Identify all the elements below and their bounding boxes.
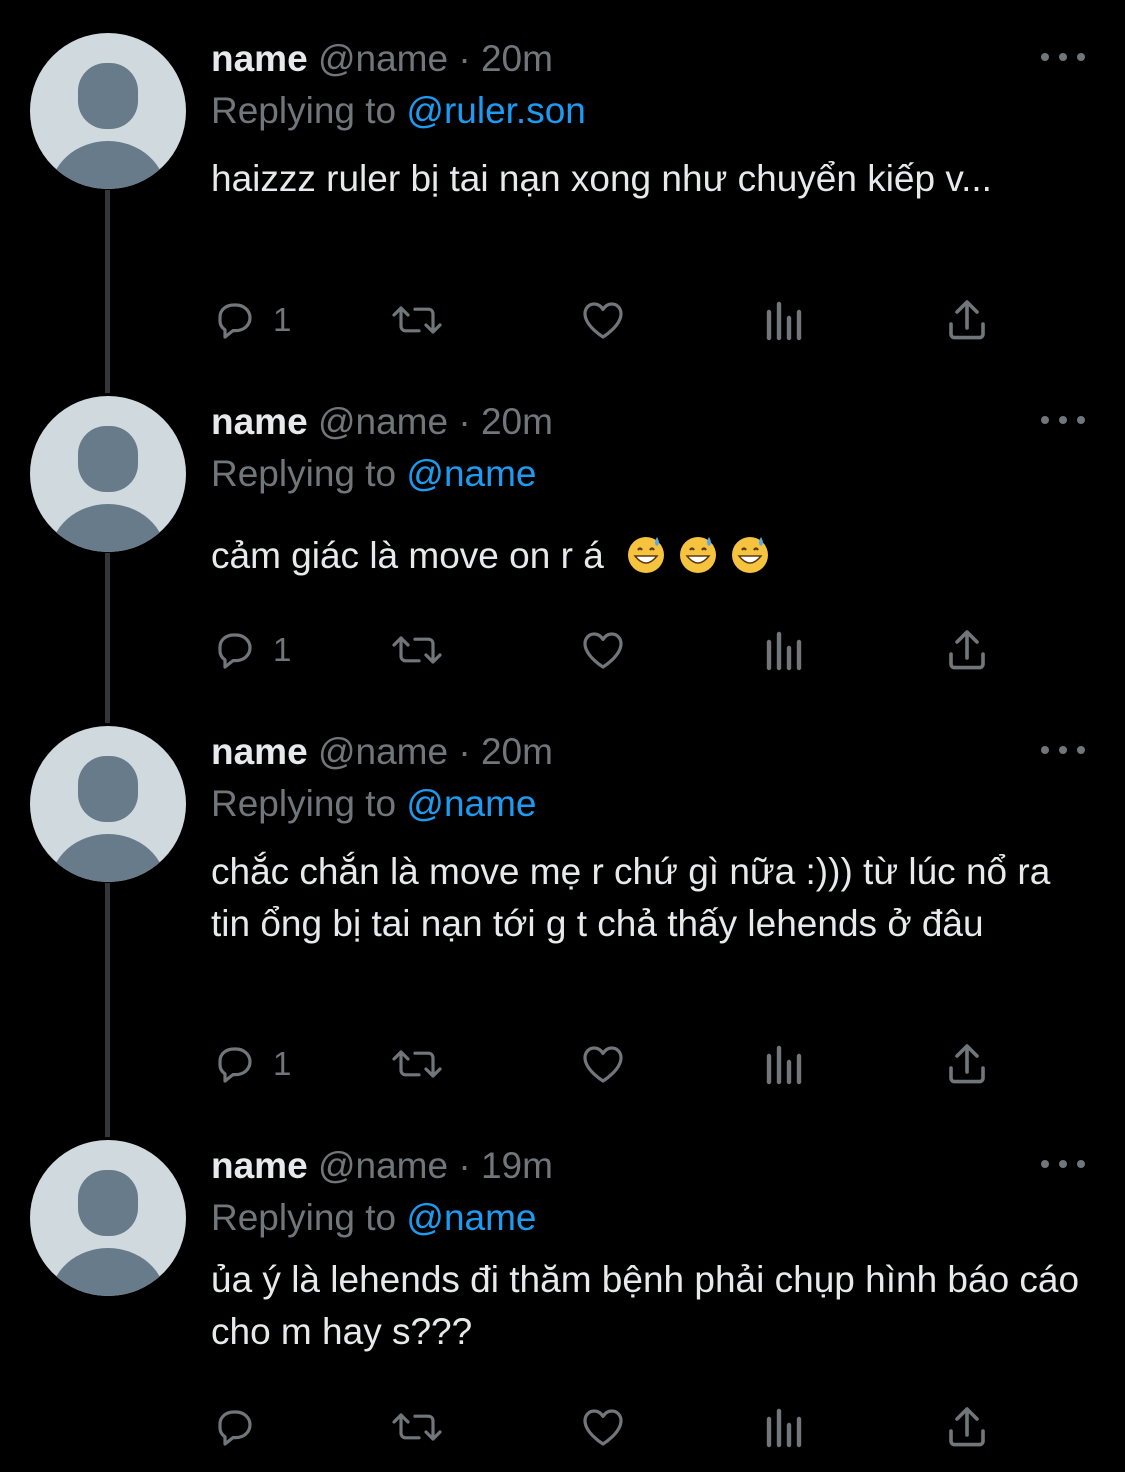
tweet-header: name @name · 19m xyxy=(211,1140,1085,1192)
reply-icon xyxy=(218,1410,252,1446)
user-handle[interactable]: @name xyxy=(318,731,448,772)
timestamp[interactable]: 20m xyxy=(481,401,553,442)
tweet-header: name @name · 20m xyxy=(211,396,1085,448)
reply-button[interactable]: 1 xyxy=(211,296,291,344)
action-bar: 1 xyxy=(211,296,1001,344)
replying-to: Replying to @name xyxy=(211,778,1085,830)
reply-icon xyxy=(218,1047,252,1083)
share-icon xyxy=(949,300,985,340)
share-button[interactable] xyxy=(943,626,991,674)
avatar[interactable] xyxy=(30,1140,186,1296)
tweet-text: chắc chắn là move mẹ r chứ gì nữa :))) t… xyxy=(211,851,1051,944)
reply-button[interactable]: 1 xyxy=(211,626,291,674)
retweet-icon xyxy=(392,1050,442,1078)
reply-count: 1 xyxy=(273,1045,292,1082)
avatar[interactable] xyxy=(30,726,186,882)
default-avatar-icon xyxy=(50,1170,166,1296)
share-icon xyxy=(949,630,985,670)
views-icon xyxy=(766,1408,802,1448)
replying-to-mention[interactable]: @name xyxy=(406,1197,536,1238)
views-button[interactable] xyxy=(763,296,807,344)
share-icon xyxy=(949,1044,985,1084)
tweet-header: name @name · 20m xyxy=(211,33,1085,85)
default-avatar-icon xyxy=(50,426,166,552)
more-icon[interactable] xyxy=(1041,1154,1085,1174)
share-icon xyxy=(949,1407,985,1447)
more-icon[interactable] xyxy=(1041,410,1085,430)
display-name[interactable]: name xyxy=(211,38,308,79)
timestamp[interactable]: 19m xyxy=(481,1145,553,1186)
share-button[interactable] xyxy=(943,1403,991,1451)
heart-icon xyxy=(583,632,623,669)
heart-icon xyxy=(583,302,623,339)
separator-dot: · xyxy=(458,1145,471,1186)
retweet-button[interactable] xyxy=(391,296,443,344)
tweet-text: haizzz ruler bị tai nạn xong như chuyển … xyxy=(211,158,992,199)
heart-icon xyxy=(583,1409,623,1446)
more-icon[interactable] xyxy=(1041,47,1085,67)
user-handle[interactable]: @name xyxy=(318,38,448,79)
timestamp[interactable]: 20m xyxy=(481,731,553,772)
retweet-icon xyxy=(392,1413,442,1441)
like-button[interactable] xyxy=(578,1403,628,1451)
heart-icon xyxy=(583,1046,623,1083)
tweet-text: cảm giác là move on r á xyxy=(211,535,604,576)
reply-button[interactable] xyxy=(211,1403,273,1451)
separator-dot: · xyxy=(458,38,471,79)
retweet-icon xyxy=(392,636,442,664)
tweet-text-row: cảm giác là move on r á xyxy=(211,530,1085,582)
views-button[interactable] xyxy=(763,1040,807,1088)
retweet-icon xyxy=(392,306,442,334)
action-bar: 1 xyxy=(211,1040,1001,1088)
replying-to-mention[interactable]: @ruler.son xyxy=(406,90,585,131)
replying-to-label: Replying to xyxy=(211,453,397,494)
reply-icon xyxy=(218,633,252,669)
display-name[interactable]: name xyxy=(211,401,308,442)
views-button[interactable] xyxy=(763,1403,807,1451)
default-avatar-icon xyxy=(50,756,166,882)
separator-dot: · xyxy=(458,731,471,772)
action-bar: 1 xyxy=(211,626,1001,674)
views-button[interactable] xyxy=(763,626,807,674)
replying-to: Replying to @name xyxy=(211,1192,1085,1244)
replying-to-label: Replying to xyxy=(211,90,397,131)
avatar[interactable] xyxy=(30,33,186,189)
default-avatar-icon xyxy=(50,63,166,189)
action-bar xyxy=(211,1403,1001,1451)
grinning-sweat-emoji xyxy=(732,537,769,573)
retweet-button[interactable] xyxy=(391,1403,443,1451)
separator-dot: · xyxy=(458,401,471,442)
reply-icon xyxy=(218,303,252,339)
reply-count: 1 xyxy=(273,301,292,338)
display-name[interactable]: name xyxy=(211,1145,308,1186)
like-button[interactable] xyxy=(578,1040,628,1088)
replying-to-mention[interactable]: @name xyxy=(406,783,536,824)
more-icon[interactable] xyxy=(1041,740,1085,760)
user-handle[interactable]: @name xyxy=(318,401,448,442)
grinning-sweat-emoji xyxy=(628,537,665,573)
reply-count: 1 xyxy=(273,631,292,668)
share-button[interactable] xyxy=(943,1040,991,1088)
user-handle[interactable]: @name xyxy=(318,1145,448,1186)
views-icon xyxy=(766,301,802,341)
avatar[interactable] xyxy=(30,396,186,552)
views-icon xyxy=(766,631,802,671)
reply-button[interactable]: 1 xyxy=(211,1040,291,1088)
replying-to: Replying to @ruler.son xyxy=(211,85,1085,137)
tweet-text: ủa ý là lehends đi thăm bệnh phải chụp h… xyxy=(211,1259,1080,1352)
views-icon xyxy=(766,1045,802,1085)
retweet-button[interactable] xyxy=(391,1040,443,1088)
replying-to-label: Replying to xyxy=(211,1197,397,1238)
replying-to-label: Replying to xyxy=(211,783,397,824)
retweet-button[interactable] xyxy=(391,626,443,674)
like-button[interactable] xyxy=(578,626,628,674)
grinning-sweat-emoji xyxy=(680,537,717,573)
replying-to: Replying to @name xyxy=(211,448,1085,500)
timestamp[interactable]: 20m xyxy=(481,38,553,79)
like-button[interactable] xyxy=(578,296,628,344)
share-button[interactable] xyxy=(943,296,991,344)
display-name[interactable]: name xyxy=(211,731,308,772)
replying-to-mention[interactable]: @name xyxy=(406,453,536,494)
tweet-header: name @name · 20m xyxy=(211,726,1085,778)
